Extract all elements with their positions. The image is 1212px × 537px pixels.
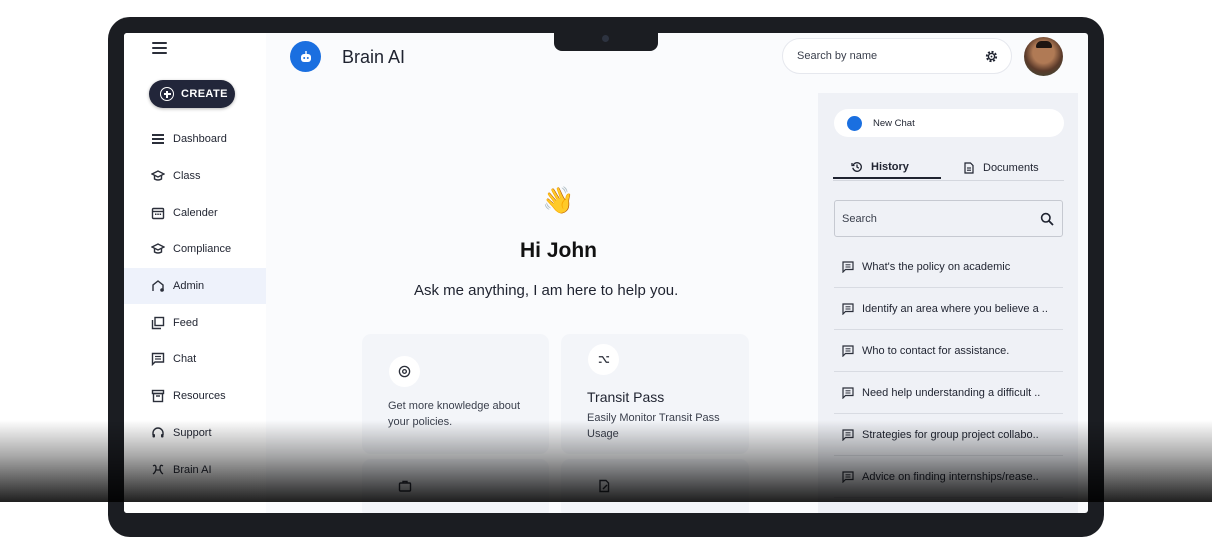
graduation-cap-icon (151, 243, 165, 255)
chat-icon (842, 302, 854, 315)
history-item-label: Advice on finding internships/rease.. (862, 470, 1039, 483)
list-item[interactable]: Need help understanding a difficult .. (834, 372, 1063, 414)
bot-icon (847, 115, 862, 131)
history-item-label: Identify an area where you believe a .. (862, 302, 1048, 315)
sidebar-nav: Dashboard Class Calender Compliance Admi… (124, 121, 266, 488)
greeting-title: Hi John (520, 239, 597, 262)
suggestion-card-transit[interactable]: Transit Pass Easily Monitor Transit Pass… (561, 334, 749, 454)
app-title: Brain AI (342, 47, 406, 67)
history-item-label: Strategies for group project collabo.. (862, 428, 1039, 441)
chat-history-panel: New Chat History Documents Search What's… (818, 93, 1078, 513)
chat-icon (842, 386, 854, 399)
gear-icon[interactable] (984, 49, 999, 64)
brain-icon (152, 464, 164, 475)
sidebar-item-label: Class (173, 170, 201, 183)
sidebar-item-label: Feed (173, 316, 199, 329)
create-button-label: CREATE (181, 88, 228, 100)
brain-ai-logo[interactable] (290, 41, 321, 72)
tab-history[interactable]: History (833, 156, 941, 179)
briefcase-icon (398, 480, 412, 492)
list-item[interactable]: Who to contact for assistance. (834, 330, 1063, 372)
tab-documents[interactable]: Documents (963, 156, 1039, 180)
document-icon (964, 162, 974, 174)
chat-icon (842, 428, 854, 441)
add-circle-icon (160, 87, 174, 101)
sidebar-item-label: Resources (173, 390, 226, 403)
route-icon (588, 344, 619, 375)
sidebar-item-feed[interactable]: Feed (124, 304, 266, 341)
card-title: Transit Pass (587, 389, 665, 405)
tab-label: History (871, 160, 909, 173)
history-item-label: Need help understanding a difficult .. (862, 386, 1041, 399)
suggestion-card[interactable] (362, 459, 549, 513)
card-description: Easily Monitor Transit Pass Usage (587, 412, 720, 440)
chat-icon (151, 353, 165, 367)
sidebar-item-brain-ai[interactable]: Brain AI (124, 451, 266, 488)
dashboard-icon (152, 134, 164, 145)
camera-icon (602, 35, 609, 42)
sidebar-item-dashboard[interactable]: Dashboard (124, 121, 266, 158)
chat-icon (842, 470, 854, 483)
sidebar-item-calender[interactable]: Calender (124, 194, 266, 231)
archive-icon (151, 389, 165, 403)
bot-icon (300, 50, 311, 62)
edit-document-icon (599, 479, 610, 493)
sidebar-item-label: Dashboard (173, 133, 227, 146)
list-item[interactable]: Strategies for group project collabo.. (834, 414, 1063, 456)
tab-label: Documents (983, 162, 1039, 174)
new-chat-button[interactable]: New Chat (834, 109, 1064, 137)
panel-tabs: History Documents (833, 156, 1064, 181)
chat-icon (842, 344, 854, 357)
sidebar-item-compliance[interactable]: Compliance (124, 231, 266, 268)
chat-icon (842, 260, 854, 273)
user-avatar[interactable] (1024, 37, 1063, 76)
sidebar-item-chat[interactable]: Chat (124, 341, 266, 378)
graduation-cap-icon (151, 170, 165, 181)
menu-icon[interactable] (152, 42, 167, 54)
sidebar-item-class[interactable]: Class (124, 158, 266, 195)
sidebar-item-label: Admin (173, 280, 205, 293)
sidebar-item-label: Calender (173, 206, 218, 219)
sidebar: CREATE Dashboard Class Calender Complian… (124, 33, 266, 513)
list-item[interactable]: Advice on finding internships/rease.. (834, 456, 1063, 498)
list-item[interactable]: What's the policy on academic (834, 246, 1063, 288)
sidebar-item-label: Chat (173, 353, 197, 366)
calendar-icon (151, 207, 165, 219)
search-icon[interactable] (1040, 212, 1054, 226)
card-description: Get more knowledge about your policies. (388, 400, 521, 428)
history-item-label: Who to contact for assistance. (862, 344, 1010, 357)
sidebar-item-label: Brain AI (173, 463, 212, 476)
headset-icon (152, 427, 164, 438)
history-list: What's the policy on academic Identify a… (834, 246, 1063, 498)
app-screen: CREATE Dashboard Class Calender Complian… (124, 33, 1088, 513)
sidebar-item-admin[interactable]: Admin (124, 267, 266, 305)
sidebar-item-label: Compliance (173, 243, 232, 256)
list-item[interactable]: Identify an area where you believe a .. (834, 288, 1063, 330)
create-button[interactable]: CREATE (149, 80, 235, 108)
history-search-input[interactable]: Search (834, 200, 1063, 237)
admin-icon (152, 280, 164, 292)
wave-emoji: 👋 (542, 185, 575, 215)
greeting-subtitle: Ask me anything, I am here to help you. (414, 282, 679, 299)
history-icon (851, 161, 862, 172)
suggestion-card[interactable] (561, 459, 749, 513)
sidebar-item-support[interactable]: Support (124, 415, 266, 452)
at-icon (389, 356, 420, 387)
name-search-input[interactable]: Search by name (782, 38, 1012, 74)
suggestion-card-policies[interactable]: Get more knowledge about your policies. (362, 334, 549, 454)
history-item-label: What's the policy on academic (862, 260, 1011, 273)
feed-icon (151, 316, 165, 329)
new-chat-label: New Chat (873, 117, 915, 129)
camera-notch (554, 31, 658, 51)
search-placeholder: Search (842, 213, 877, 225)
sidebar-item-resources[interactable]: Resources (124, 378, 266, 415)
sidebar-item-label: Support (173, 426, 212, 439)
search-placeholder: Search by name (797, 50, 878, 62)
